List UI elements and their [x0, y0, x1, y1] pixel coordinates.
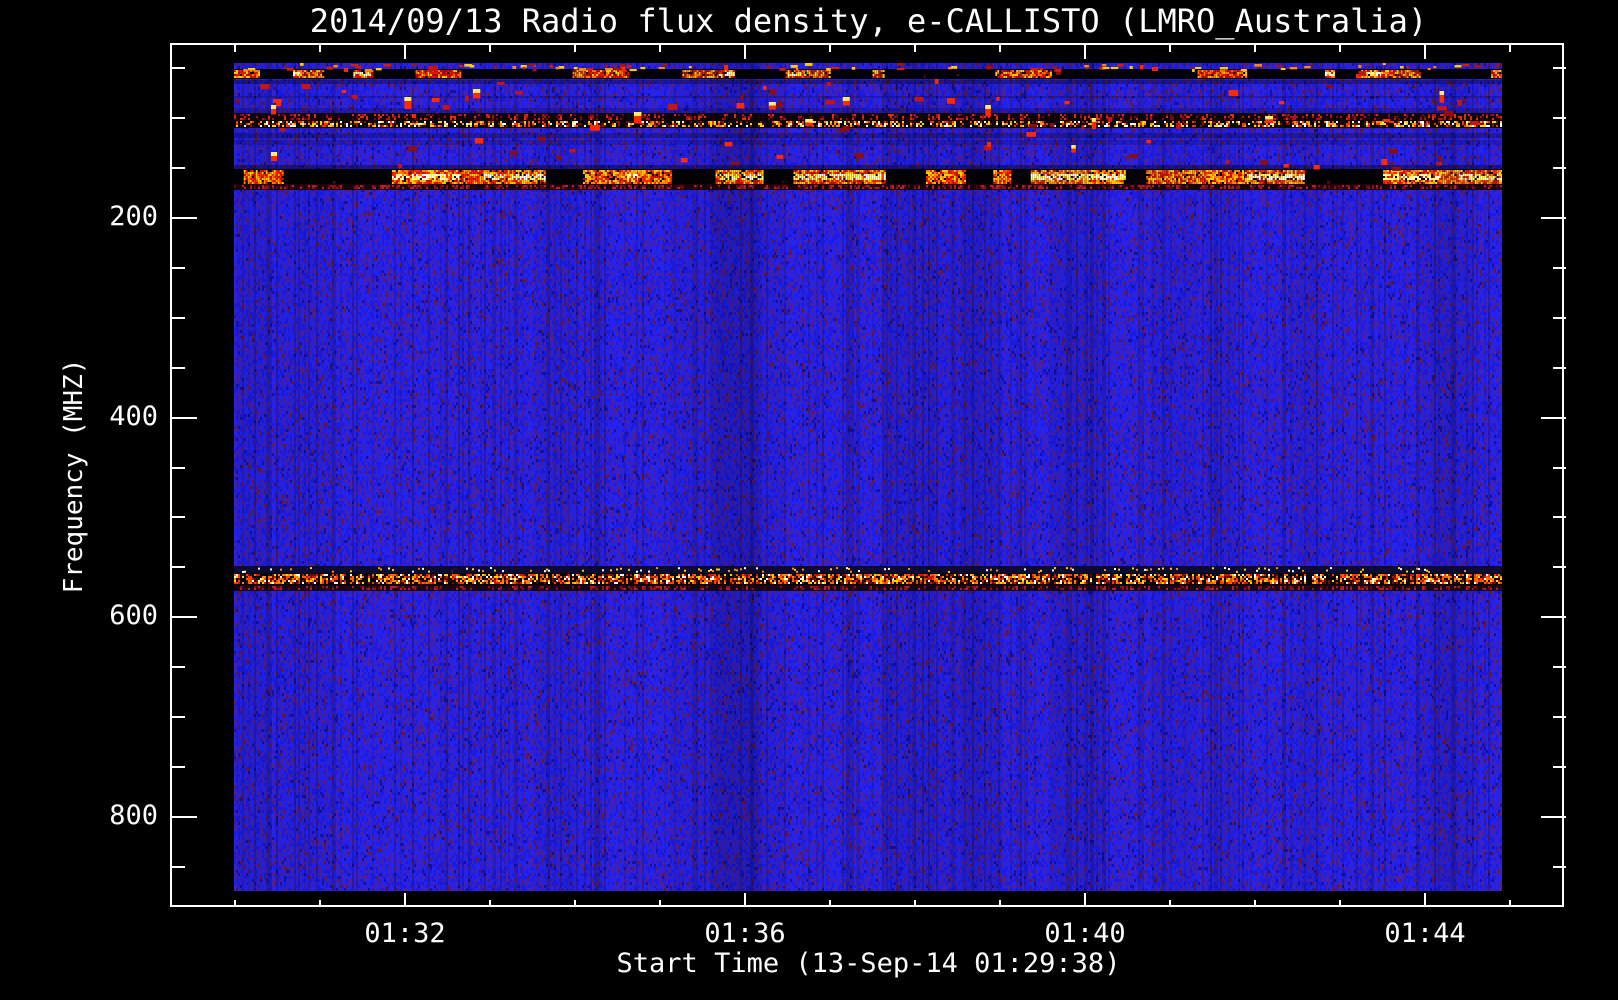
y-minor-tick — [1553, 167, 1566, 169]
x-minor-tick — [1254, 45, 1256, 52]
y-major-tick — [172, 217, 197, 219]
y-minor-tick — [1553, 317, 1566, 319]
x-minor-tick — [234, 45, 236, 52]
x-minor-tick — [914, 45, 916, 52]
y-minor-tick — [1553, 716, 1566, 718]
y-minor-tick — [1553, 467, 1566, 469]
x-major-tick — [404, 45, 406, 59]
y-minor-tick — [1553, 267, 1566, 269]
y-minor-tick — [1553, 117, 1566, 119]
y-minor-tick — [1553, 866, 1566, 868]
y-major-tick — [1541, 816, 1566, 818]
x-minor-tick — [319, 45, 321, 52]
y-tick-label: 800 — [109, 800, 158, 831]
y-major-tick — [172, 616, 197, 618]
y-tick-label: 200 — [109, 201, 158, 232]
y-major-tick — [172, 417, 197, 419]
y-minor-tick — [1553, 516, 1566, 518]
x-major-tick — [1424, 45, 1426, 59]
y-axis-label: Frequency (MHZ) — [59, 358, 89, 594]
y-minor-tick — [172, 167, 185, 169]
x-minor-tick — [914, 900, 916, 907]
x-minor-tick — [574, 45, 576, 52]
x-tick-label: 01:40 — [1044, 918, 1126, 949]
x-major-tick — [1424, 893, 1426, 907]
x-minor-tick — [574, 900, 576, 907]
y-minor-tick — [172, 866, 185, 868]
x-axis-label: Start Time (13-Sep-14 01:29:38) — [616, 948, 1121, 979]
x-minor-tick — [1339, 900, 1341, 907]
x-minor-tick — [1169, 45, 1171, 52]
x-minor-tick — [999, 900, 1001, 907]
x-tick-label: 01:44 — [1384, 918, 1466, 949]
x-minor-tick — [1509, 45, 1511, 52]
x-minor-tick — [1509, 900, 1511, 907]
x-minor-tick — [489, 900, 491, 907]
x-minor-tick — [659, 900, 661, 907]
y-minor-tick — [172, 367, 185, 369]
y-minor-tick — [172, 766, 185, 768]
y-minor-tick — [172, 67, 185, 69]
y-minor-tick — [1553, 367, 1566, 369]
x-minor-tick — [829, 900, 831, 907]
x-minor-tick — [1339, 45, 1341, 52]
x-minor-tick — [829, 45, 831, 52]
x-minor-tick — [999, 45, 1001, 52]
x-tick-label: 01:36 — [704, 918, 786, 949]
y-major-tick — [1541, 417, 1566, 419]
y-minor-tick — [172, 716, 185, 718]
y-tick-label: 600 — [109, 600, 158, 631]
y-minor-tick — [1553, 67, 1566, 69]
y-minor-tick — [172, 467, 185, 469]
y-minor-tick — [172, 267, 185, 269]
x-major-tick — [404, 893, 406, 907]
x-minor-tick — [319, 900, 321, 907]
x-major-tick — [744, 893, 746, 907]
x-major-tick — [1084, 45, 1086, 59]
y-minor-tick — [172, 317, 185, 319]
y-major-tick — [1541, 217, 1566, 219]
y-major-tick — [1541, 616, 1566, 618]
x-minor-tick — [234, 900, 236, 907]
y-minor-tick — [1553, 766, 1566, 768]
plot-axes-box — [170, 43, 1564, 907]
y-minor-tick — [172, 117, 185, 119]
x-minor-tick — [1254, 900, 1256, 907]
chart-title: 2014/09/13 Radio flux density, e-CALLIST… — [309, 2, 1428, 40]
x-major-tick — [744, 45, 746, 59]
spectrogram-page: 2014/09/13 Radio flux density, e-CALLIST… — [0, 0, 1618, 1000]
x-minor-tick — [489, 45, 491, 52]
x-major-tick — [1084, 893, 1086, 907]
y-minor-tick — [1553, 666, 1566, 668]
x-minor-tick — [1169, 900, 1171, 907]
y-minor-tick — [172, 566, 185, 568]
y-minor-tick — [172, 666, 185, 668]
y-minor-tick — [1553, 566, 1566, 568]
x-tick-label: 01:32 — [364, 918, 446, 949]
y-tick-label: 400 — [109, 401, 158, 432]
x-minor-tick — [659, 45, 661, 52]
y-minor-tick — [172, 516, 185, 518]
y-major-tick — [172, 816, 197, 818]
